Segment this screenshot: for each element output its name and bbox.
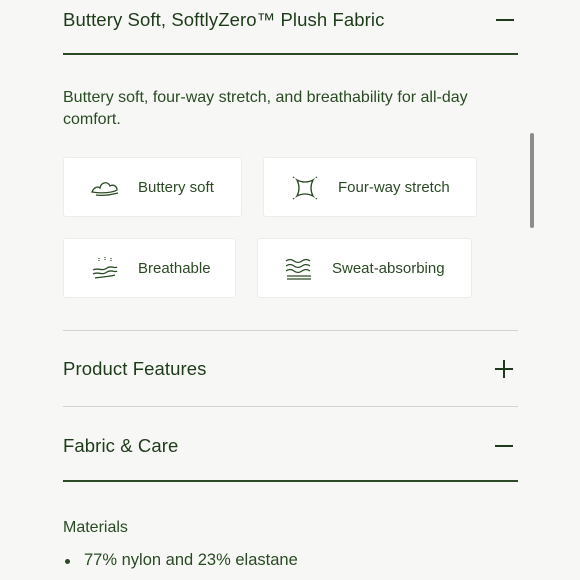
section-divider [63,406,518,407]
materials-heading: Materials [63,519,128,536]
feature-chip-four-way-stretch: Four-way stretch [263,157,477,217]
stretch-icon [292,176,318,200]
section-divider [63,330,518,331]
chip-label: Four-way stretch [338,178,450,196]
feature-chip-breathable: Breathable [63,238,236,298]
minus-icon[interactable] [496,11,514,29]
section-divider [63,480,518,482]
chip-label: Buttery soft [138,178,214,196]
chip-label: Sweat-absorbing [332,259,445,277]
minus-icon[interactable] [495,437,513,455]
list-item: 77% nylon and 23% elastane [63,551,298,570]
accordion-title: Fabric & Care [63,435,179,456]
chip-label: Breathable [138,259,211,277]
bullet-icon [65,559,70,564]
fabric-description: Buttery soft, four-way stretch, and brea… [63,89,468,128]
scrollbar[interactable] [530,133,534,228]
waves-icon [285,258,311,280]
section-divider [63,53,518,55]
materials-text: 77% nylon and 23% elastane [84,551,298,569]
accordion-header-product-features[interactable]: Product Features [63,358,518,380]
feature-chip-sweat-absorbing: Sweat-absorbing [257,238,472,298]
plus-icon[interactable] [495,360,513,378]
feature-chip-buttery-soft: Buttery soft [63,157,242,217]
accordion-title: Buttery Soft, SoftlyZero™ Plush Fabric [63,9,385,30]
breathable-icon [92,257,118,279]
accordion-header-fabric-care[interactable]: Fabric & Care [63,435,518,457]
accordion-title: Product Features [63,358,207,379]
accordion-header-fabric-feature[interactable]: Buttery Soft, SoftlyZero™ Plush Fabric [63,9,518,30]
cloud-icon [91,182,119,197]
